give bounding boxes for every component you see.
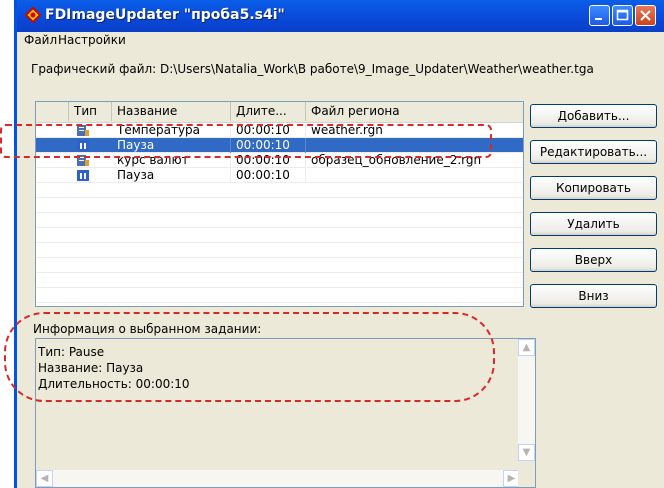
move-up-button[interactable]: Вверх	[530, 248, 657, 272]
empty-row	[36, 183, 523, 198]
cell-region	[306, 168, 523, 183]
cell-duration: 00:00:10	[231, 123, 306, 138]
pause-task-icon	[77, 140, 89, 151]
scroll-corner	[518, 470, 535, 487]
window-title: FDImageUpdater "проба5.s4i"	[45, 7, 285, 23]
info-name-line: Название: Пауза	[38, 361, 144, 375]
cell-name: Пауза	[112, 168, 231, 183]
table-row-selected[interactable]: Пауза 00:00:10	[36, 138, 523, 153]
cell-duration: 00:00:10	[231, 153, 306, 168]
app-logo-icon	[25, 7, 41, 23]
cell-name: курс валют	[112, 153, 231, 168]
task-info-box[interactable]: Тип: Pause Название: Пауза Длительность:…	[35, 338, 536, 488]
cell-region	[306, 138, 523, 153]
task-list[interactable]: Тип Название Длите... Файл региона Темпе…	[35, 101, 524, 307]
cell-name: Температура	[112, 123, 231, 138]
scroll-down-icon[interactable]: ▼	[518, 444, 535, 461]
minimize-icon	[595, 18, 602, 20]
column-header-name[interactable]: Название	[112, 102, 231, 121]
empty-row	[36, 258, 523, 273]
scroll-left-icon[interactable]: ◀	[36, 470, 53, 487]
add-button[interactable]: Добавить...	[530, 104, 657, 128]
cell-region: образец_обновление_2.rgn	[311, 153, 482, 167]
graphic-file-path: Графический файл: D:\Users\Natalia_Work\…	[31, 62, 594, 76]
close-button[interactable]	[635, 5, 656, 26]
weather-task-icon	[77, 125, 89, 136]
cell-duration: 00:00:10	[231, 168, 306, 183]
task-list-header: Тип Название Длите... Файл региона	[36, 102, 523, 123]
maximize-icon	[616, 9, 629, 21]
table-row[interactable]: Пауза 00:00:10	[36, 168, 523, 183]
app-window: FDImageUpdater "проба5.s4i" Файл Настрой…	[14, 0, 664, 488]
column-header-type[interactable]: Тип	[69, 102, 112, 121]
task-info-label: Информация о выбранном задании:	[33, 322, 262, 336]
empty-row	[36, 198, 523, 213]
minimize-button[interactable]	[589, 5, 610, 26]
menu-settings[interactable]: Настройки	[55, 33, 129, 47]
cell-region: weather.rgn	[311, 123, 383, 137]
cell-duration: 00:00:10	[231, 138, 306, 153]
horizontal-scrollbar[interactable]: ◀ ▶	[36, 470, 520, 487]
info-type-line: Тип: Pause	[38, 345, 105, 359]
weather-task-icon	[77, 155, 89, 166]
menu-bar: Файл Настройки	[17, 32, 664, 50]
title-bar[interactable]: FDImageUpdater "проба5.s4i"	[17, 0, 664, 32]
empty-row	[36, 273, 523, 288]
table-row[interactable]: курс валют 00:00:10 образец_обновление_2…	[36, 153, 523, 168]
column-header-duration[interactable]: Длите...	[231, 102, 306, 121]
move-down-button[interactable]: Вниз	[530, 284, 657, 308]
empty-row	[36, 228, 523, 243]
close-icon	[640, 10, 651, 21]
column-header-region[interactable]: Файл региона	[306, 102, 523, 121]
edit-button[interactable]: Редактировать...	[530, 140, 657, 164]
copy-button[interactable]: Копировать	[530, 176, 657, 200]
table-row[interactable]: Температура 00:00:10 weather.rgn	[36, 123, 523, 138]
delete-button[interactable]: Удалить	[530, 212, 657, 236]
info-duration-line: Длительность: 00:00:10	[38, 377, 190, 391]
maximize-button[interactable]	[612, 5, 633, 26]
empty-row	[36, 213, 523, 228]
empty-row	[36, 288, 523, 303]
column-header-blank[interactable]	[36, 102, 69, 121]
scroll-up-icon[interactable]: ▲	[518, 339, 535, 356]
vertical-scrollbar[interactable]: ▲ ▼	[518, 339, 535, 461]
empty-row	[36, 243, 523, 258]
pause-task-icon	[77, 170, 89, 181]
cell-name: Пауза	[112, 138, 231, 153]
